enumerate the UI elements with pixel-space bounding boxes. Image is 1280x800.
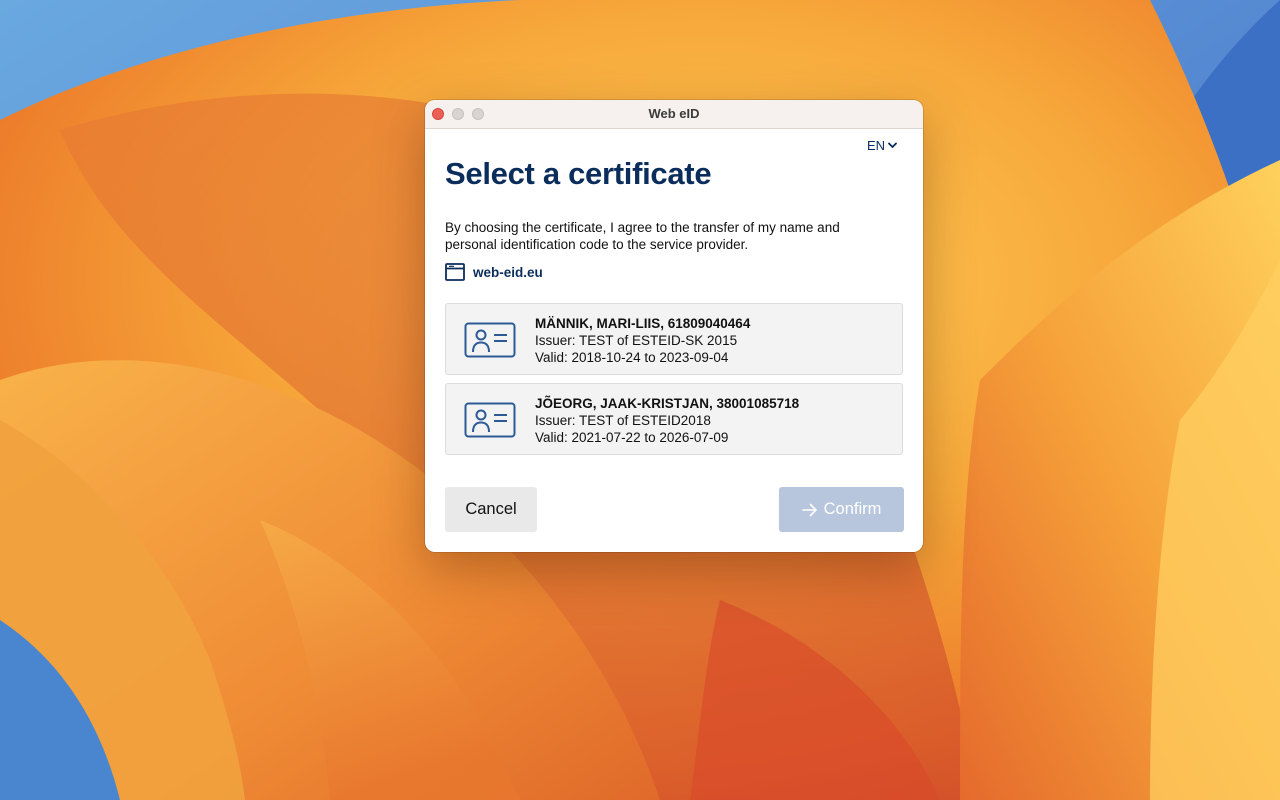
arrow-right-icon bbox=[801, 503, 817, 516]
origin-label: web-eid.eu bbox=[473, 264, 543, 280]
consent-description: By choosing the certificate, I agree to … bbox=[445, 220, 840, 252]
desktop: Web eID EN Select a certificate By choos… bbox=[0, 0, 1280, 800]
certificate-issuer: Issuer: TEST of ESTEID2018 bbox=[535, 413, 711, 428]
language-selector[interactable]: EN bbox=[867, 138, 897, 153]
language-selected: EN bbox=[866, 138, 885, 153]
confirm-button-label: Confirm bbox=[823, 500, 882, 518]
certificate-validity: Valid: 2021-07-22 to 2026-07-09 bbox=[535, 430, 729, 445]
page-title: Select a certificate bbox=[445, 156, 712, 191]
certificate-issuer: Issuer: TEST of ESTEID-SK 2015 bbox=[535, 333, 738, 348]
certificate-option[interactable]: JÕEORG, JAAK-KRISTJAN, 38001085718 Issue… bbox=[445, 383, 903, 455]
web-eid-dialog: Web eID EN Select a certificate By choos… bbox=[425, 100, 923, 552]
certificate-details: MÄNNIK, MARI-LIIS, 61809040464 Issuer: T… bbox=[535, 315, 750, 366]
id-card-icon bbox=[464, 322, 516, 358]
chevron-down-icon bbox=[888, 142, 897, 148]
id-card-icon bbox=[464, 402, 516, 438]
certificate-option[interactable]: MÄNNIK, MARI-LIIS, 61809040464 Issuer: T… bbox=[445, 303, 903, 375]
confirm-button[interactable]: Confirm bbox=[779, 487, 904, 532]
certificate-validity: Valid: 2018-10-24 to 2023-09-04 bbox=[535, 350, 729, 365]
service-origin: web-eid.eu bbox=[445, 263, 543, 281]
title-bar: Web eID bbox=[425, 100, 923, 129]
window-title: Web eID bbox=[648, 106, 700, 121]
browser-window-icon bbox=[445, 263, 465, 281]
certificate-details: JÕEORG, JAAK-KRISTJAN, 38001085718 Issue… bbox=[535, 395, 799, 446]
certificate-holder: JÕEORG, JAAK-KRISTJAN, 38001085718 bbox=[535, 396, 800, 411]
cancel-button-label: Cancel bbox=[465, 500, 517, 518]
certificate-holder: MÄNNIK, MARI-LIIS, 61809040464 bbox=[535, 316, 751, 331]
cancel-button[interactable]: Cancel bbox=[445, 487, 537, 532]
